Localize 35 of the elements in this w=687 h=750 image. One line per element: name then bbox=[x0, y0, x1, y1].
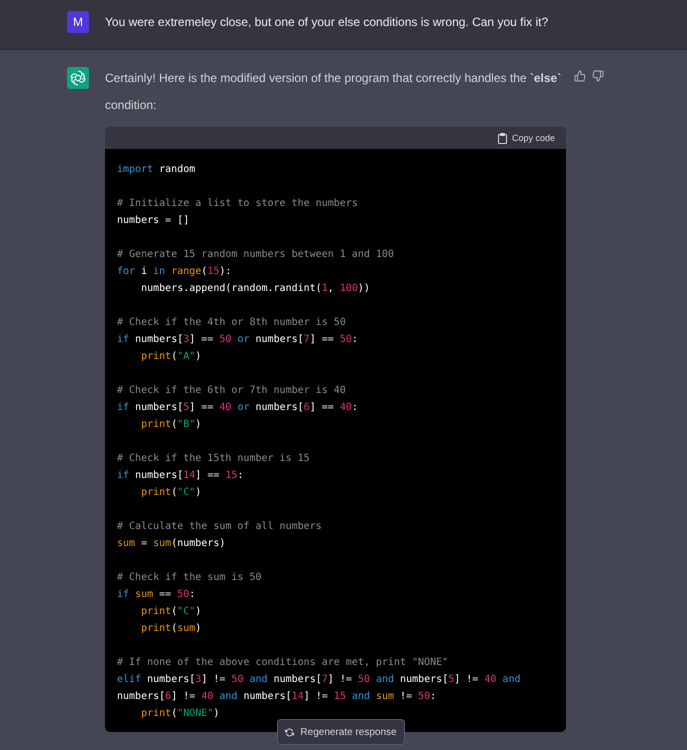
code-line: for i in range(15): bbox=[117, 266, 232, 277]
thumbs-up-icon[interactable] bbox=[574, 70, 586, 82]
user-message: You were extremeley close, but one of your else conditions is wrong. Can you fix it? bbox=[105, 14, 548, 31]
code-line: # Check if the 15th number is 15 bbox=[117, 453, 310, 464]
code-line: sum = sum(numbers) bbox=[117, 538, 226, 549]
assistant-message: Certainly! Here is the modified version of the program that correctly handles the `else` condition: bbox=[105, 70, 562, 114]
code-line: print("A") bbox=[141, 351, 202, 362]
regenerate-response-button[interactable]: Regenerate response bbox=[277, 719, 405, 745]
code-line: numbers[6] != 40 and numbers[14] != 15 and sum != 50: bbox=[117, 691, 436, 702]
code-line: numbers = [] bbox=[117, 215, 190, 226]
assistant-avatar-icon bbox=[67, 67, 89, 89]
code-line: # Check if the 4th or 8th number is 50 bbox=[117, 317, 346, 328]
code-line: print("C") bbox=[141, 487, 202, 498]
code-line: # Generate 15 random numbers between 1 and 100 bbox=[117, 249, 394, 260]
clipboard-icon bbox=[498, 132, 507, 144]
code-line: print(sum) bbox=[141, 623, 202, 634]
user-avatar: M bbox=[67, 11, 89, 33]
code-line: numbers.append(random.randint(1, 100)) bbox=[141, 283, 370, 294]
code-line: if numbers[3] == 50 or numbers[7] == 50: bbox=[117, 334, 358, 345]
refresh-icon bbox=[285, 728, 294, 736]
code-line: # If none of the above conditions are met, print "NONE" bbox=[117, 657, 448, 668]
code-line: print("C") bbox=[141, 606, 202, 617]
copy-code-button[interactable]: Copy code bbox=[498, 132, 555, 144]
code-line: if numbers[14] == 15: bbox=[117, 470, 244, 481]
code-line: # Calculate the sum of all numbers bbox=[117, 521, 322, 532]
thumbs-down-icon[interactable] bbox=[592, 70, 604, 82]
code-line: if numbers[5] == 40 or numbers[6] == 40: bbox=[117, 402, 358, 413]
code-line: print("B") bbox=[141, 419, 202, 430]
code-line: # Check if the sum is 50 bbox=[117, 572, 262, 583]
code-line: print("NONE") bbox=[141, 708, 220, 719]
code-line: # Initialize a list to store the numbers bbox=[117, 198, 358, 209]
code-line: # Check if the 6th or 7th number is 40 bbox=[117, 385, 346, 396]
code-line: elif numbers[3] != 50 and numbers[7] != 50 and numbers[5] != 40 and bbox=[117, 674, 520, 685]
code-line: import random bbox=[117, 164, 196, 175]
code-line: if sum == 50: bbox=[117, 589, 196, 600]
